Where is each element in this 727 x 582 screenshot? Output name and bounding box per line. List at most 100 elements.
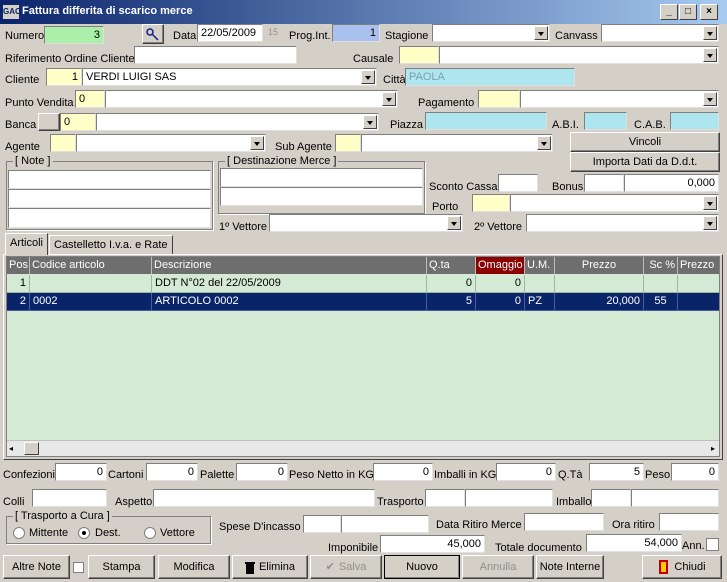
vettore1-select[interactable] (269, 214, 463, 232)
agente-select[interactable] (76, 134, 266, 152)
note-line-1[interactable] (8, 170, 211, 189)
imballi-field[interactable]: 0 (496, 463, 556, 481)
scroll-thumb[interactable] (24, 442, 39, 455)
cliente-code-field[interactable]: 1 (46, 68, 82, 86)
chiudi-button[interactable]: Chiudi (642, 555, 722, 579)
importa-ddt-button[interactable]: Importa Dati da D.d.t. (570, 152, 720, 172)
pagamento-select[interactable] (520, 90, 719, 108)
horizontal-scrollbar[interactable]: ◂ ▸ (7, 440, 719, 456)
abi-field[interactable] (584, 112, 627, 130)
scroll-right-icon[interactable]: ▸ (711, 444, 715, 453)
note-line-3[interactable] (8, 208, 211, 228)
ann-checkbox[interactable] (706, 538, 719, 551)
dest-line-2[interactable] (220, 187, 423, 206)
chevron-down-icon[interactable] (363, 115, 377, 129)
banca-lookup-button[interactable] (38, 113, 60, 131)
radio-dest[interactable] (78, 527, 90, 539)
prog-field[interactable]: 1 (332, 24, 380, 42)
ora-ritiro-field[interactable] (659, 513, 719, 531)
confezioni-field[interactable]: 0 (55, 463, 107, 481)
porto-code-field[interactable] (472, 194, 510, 212)
aspetto-field[interactable] (153, 489, 375, 507)
causale-code-field[interactable] (399, 46, 439, 64)
agente-code-field[interactable] (50, 134, 76, 152)
bonus-amount-field[interactable]: 0,000 (624, 174, 719, 192)
chevron-down-icon[interactable] (703, 196, 717, 210)
subagente-select[interactable] (361, 134, 553, 152)
cab-field[interactable] (670, 112, 719, 130)
maximize-button[interactable]: □ (679, 4, 697, 20)
note-interne-button[interactable]: Note Interne (536, 555, 604, 579)
stampa-button[interactable]: Stampa (88, 555, 155, 579)
vettore2-select[interactable] (526, 214, 719, 232)
col-codice[interactable]: Codice articolo (30, 257, 152, 274)
cliente-select[interactable]: VERDI LUIGI SAS (82, 68, 377, 86)
stagione-select[interactable] (432, 24, 550, 42)
peso-field[interactable]: 0 (671, 463, 719, 481)
pv-code-field[interactable]: 0 (75, 90, 105, 108)
col-omaggio[interactable]: Omaggio (476, 257, 525, 274)
dest-line-1[interactable] (220, 168, 423, 187)
subagente-code-field[interactable] (335, 134, 361, 152)
causale-select[interactable] (439, 46, 719, 64)
chevron-down-icon[interactable] (361, 70, 375, 84)
trasporto-code-field[interactable] (425, 489, 465, 507)
radio-mittente[interactable] (13, 527, 25, 539)
imballo-code-field[interactable] (591, 489, 631, 507)
col-prezzo-2[interactable]: Prezzo (678, 257, 719, 274)
imballo-field[interactable] (631, 489, 719, 507)
peso-netto-field[interactable]: 0 (373, 463, 433, 481)
pv-select[interactable] (105, 90, 398, 108)
elimina-button[interactable]: Elimina (232, 555, 308, 579)
radio-vettore[interactable] (144, 527, 156, 539)
spese-field[interactable] (341, 515, 429, 533)
qta-field[interactable]: 5 (589, 463, 644, 481)
data-ritiro-field[interactable] (524, 513, 604, 531)
trasporto-field[interactable] (465, 489, 553, 507)
col-um[interactable]: U.M. (525, 257, 555, 274)
altre-note-button[interactable]: Altre Note (3, 555, 70, 579)
nuovo-button[interactable]: Nuovo (384, 555, 460, 579)
colli-field[interactable] (32, 489, 107, 507)
chevron-down-icon[interactable] (534, 26, 548, 40)
minimize-button[interactable]: _ (660, 4, 678, 20)
col-descrizione[interactable]: Descrizione (152, 257, 427, 274)
col-pos[interactable]: Pos (7, 257, 30, 274)
altre-note-checkbox[interactable] (73, 562, 84, 573)
chevron-down-icon[interactable] (447, 216, 461, 230)
table-row-selected[interactable]: 2 0002 ARTICOLO 0002 5 0 PZ 20,000 55 (7, 293, 719, 311)
piazza-field[interactable] (425, 112, 547, 130)
chevron-down-icon[interactable] (250, 136, 264, 150)
col-qta[interactable]: Q.ta (427, 257, 476, 274)
note-line-2[interactable] (8, 189, 211, 208)
scroll-left-icon[interactable]: ◂ (9, 444, 13, 453)
numero-field[interactable]: 3 (44, 26, 104, 44)
close-button[interactable]: × (700, 4, 718, 20)
tab-articoli[interactable]: Articoli (5, 233, 49, 255)
imponibile-field[interactable]: 45,000 (380, 535, 485, 553)
chevron-down-icon[interactable] (703, 26, 717, 40)
bonus-field[interactable] (584, 174, 624, 192)
chevron-down-icon[interactable] (703, 216, 717, 230)
chevron-down-icon[interactable] (382, 92, 396, 106)
calendar-icon[interactable]: 15 (268, 25, 278, 39)
citta-field[interactable]: PAOLA (405, 68, 575, 86)
chevron-down-icon[interactable] (703, 92, 717, 106)
table-row[interactable]: 1 DDT N°02 del 22/05/2009 0 0 (7, 275, 719, 293)
banca-select[interactable] (96, 113, 379, 131)
tab-castelletto-iva[interactable]: Castelletto I.v.a. e Rate (49, 235, 173, 255)
annulla-button[interactable]: Annulla (462, 555, 534, 579)
canvass-select[interactable] (601, 24, 719, 42)
palette-field[interactable]: 0 (236, 463, 288, 481)
search-button[interactable] (142, 24, 164, 44)
col-sconto[interactable]: Sc % (644, 257, 678, 274)
porto-select[interactable] (510, 194, 719, 212)
data-field[interactable]: 22/05/2009 (197, 24, 263, 42)
pagamento-code-field[interactable] (478, 90, 520, 108)
totale-field[interactable]: 54,000 (586, 534, 682, 552)
sconto-field[interactable] (498, 174, 538, 192)
salva-button[interactable]: ✔ Salva (310, 555, 382, 579)
modifica-button[interactable]: Modifica (158, 555, 230, 579)
banca-code-field[interactable]: 0 (60, 113, 96, 131)
chevron-down-icon[interactable] (537, 136, 551, 150)
